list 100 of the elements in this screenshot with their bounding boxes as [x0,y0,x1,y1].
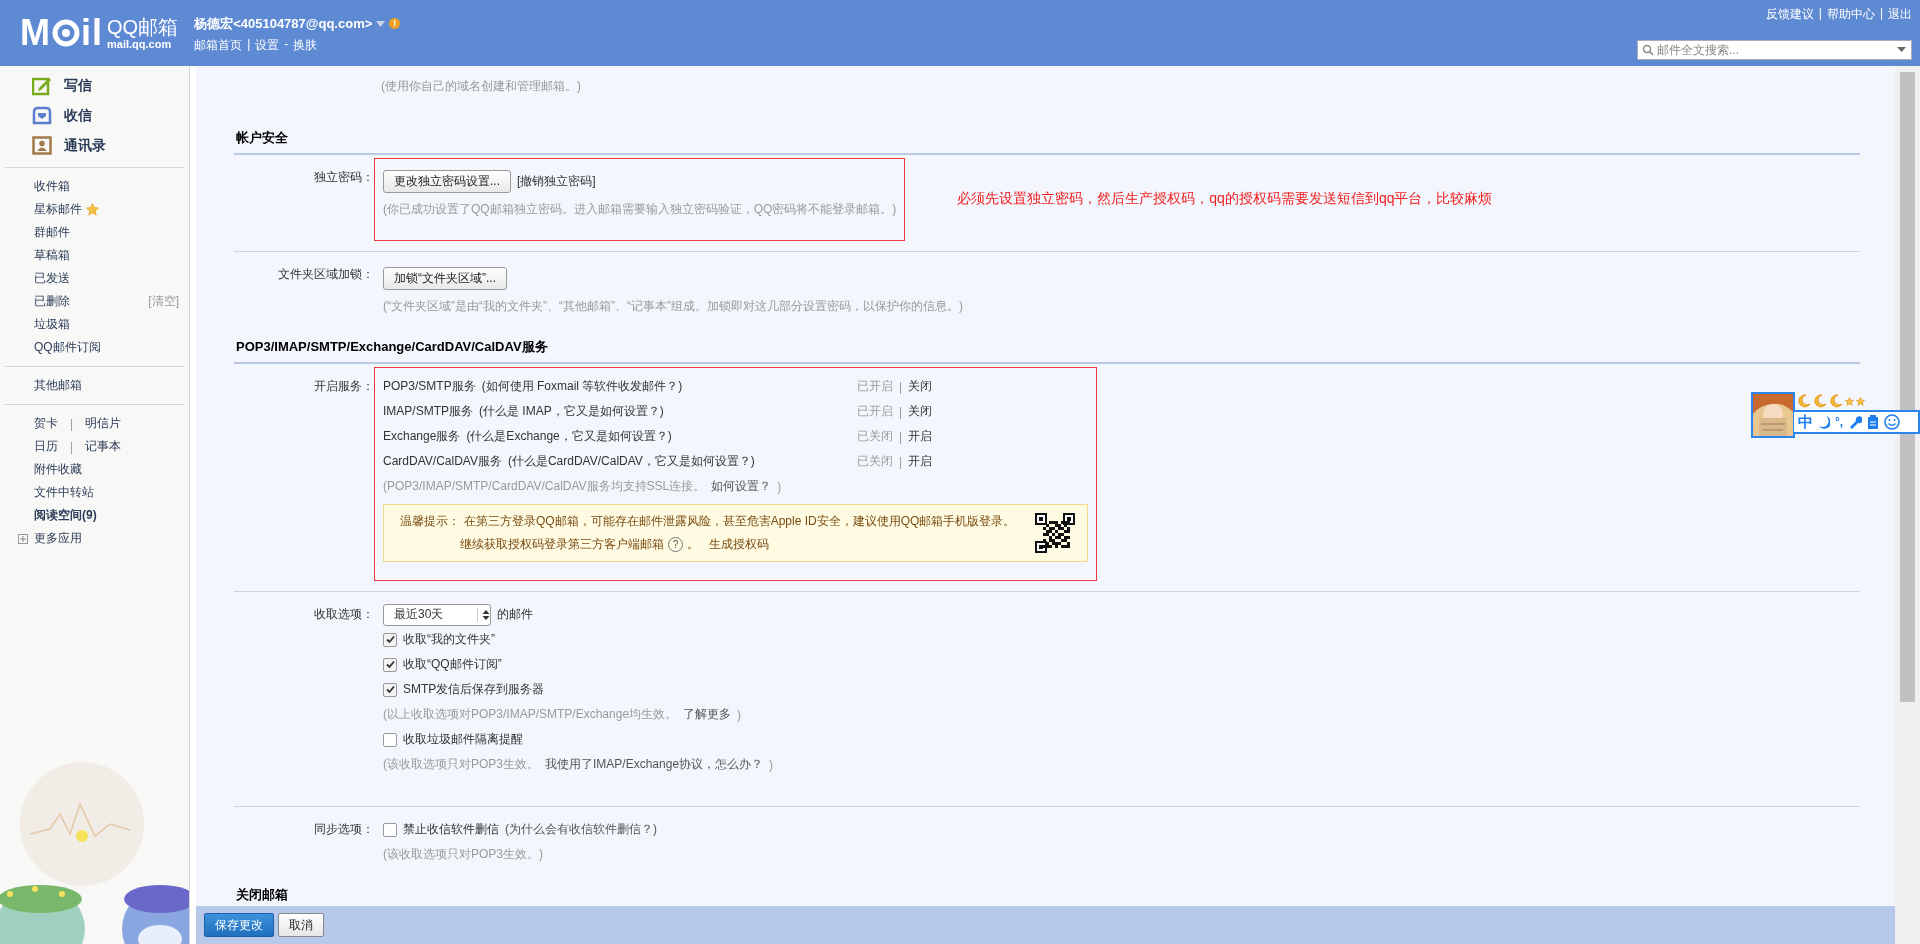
action-button[interactable]: 加锁“文件夹区域”... [383,266,507,290]
field-label: 收取选项： [313,606,374,623]
folder-link[interactable]: 其他邮箱 [34,377,82,394]
caret-icon [376,19,386,28]
hint-text: (你已成功设置了QQ邮箱独立密码。进入邮箱需要输入独立密码验证，QQ密码将不能登录邮箱。) [383,201,897,218]
wrench-icon [1848,415,1863,429]
dropdown[interactable]: 最近30天 [383,603,491,626]
hint-text: (使用你自己的域名创建和管理邮箱。) [380,78,582,95]
help-link[interactable]: (什么是CardDAV/CalDAV，它又是如何设置？) [507,453,755,470]
pencil-icon [32,76,52,96]
checkbox[interactable] [383,657,397,672]
service-status: 已关闭 [857,428,893,445]
select-suffix: 的邮件 [497,606,533,623]
folder-link[interactable]: 群邮件 [34,224,70,241]
separator-text: | [1818,6,1822,22]
service-name: POP3/SMTP服务 [383,378,476,395]
toggle-link[interactable]: 关闭 [908,378,933,395]
hint-text: (“文件夹区域”是由“我的文件夹”、“其他邮箱”、“记事本”组成。加锁即对这几部分设置密码，以保护你的信息。) [383,298,963,315]
service-status: 已开启 [857,378,893,395]
tray-icon [32,106,52,126]
save-button[interactable]: 保存更改 [204,913,274,937]
input-mode-toggle[interactable]: 中 [1798,412,1813,432]
service-status: 已关闭 [857,453,893,470]
checkbox[interactable] [383,732,397,747]
folder-link[interactable]: 星标邮件 [34,201,82,218]
checkbox[interactable] [383,822,397,837]
generate-link[interactable]: 生成授权码 [709,536,769,553]
toggle-link[interactable]: 开启 [908,428,933,445]
cancel-button[interactable]: 取消 [278,913,324,937]
moon-icon [1813,394,1827,408]
separator-text: | [899,454,903,469]
folder-link[interactable]: 附件收藏 [34,461,82,478]
folder-link[interactable]: 已删除 [34,293,70,310]
hint-text: (以上收取选项对POP3/IMAP/SMTP/Exchange均生效。 了解更多 ) [383,705,743,725]
folder-link[interactable]: 明信片 [85,415,122,432]
separator-text: | [899,404,903,419]
updown-icon [482,609,490,620]
checkbox-label: 禁止收信软件删信 [403,821,499,838]
checkbox[interactable] [383,682,397,697]
separator-text: | [899,429,903,444]
field-label: 开启服务： [313,378,374,395]
field-label: 同步选项： [313,821,374,838]
star-icon [1845,396,1854,406]
sidebar-action-link[interactable]: 写信 [32,75,189,97]
moon-icon [1829,394,1843,408]
folder-link[interactable]: 日历 [34,438,58,455]
folder-link[interactable]: QQ邮件订阅 [34,339,101,356]
cancel-link[interactable]: [撤销独立密码] [517,172,596,190]
caret-icon [1897,47,1906,53]
help-link[interactable]: 了解更多 [683,706,732,723]
annotation-text: 必须先设置独立密码，然后生产授权码，qq的授权码需要发送短信到qq平台，比较麻烦 [957,190,1493,208]
clipboard-icon [1867,415,1880,429]
separator-text: | [247,36,251,53]
help-link[interactable]: (什么是 IMAP，它又是如何设置？) [479,403,664,420]
separator-text: | [70,416,74,431]
folder-link[interactable]: 文件中转站 [34,484,94,501]
tip-text: 继续获取授权码登录第三方客户端邮箱 [460,536,664,553]
hint-text: (POP3/IMAP/SMTP/CardDAV/CalDAV服务均支持SSL连接。 如何设置？ ) [383,477,783,497]
hint-text: (该收取选项只对POP3生效。 我使用了IMAP/Exchange协议，怎么办？ ) [383,755,774,775]
checkbox-label: 收取“QQ邮件订阅” [403,656,502,673]
section-heading: 帐户安全 [234,129,1860,155]
logo-letter: M [20,13,51,53]
sidebar-action-link[interactable]: 通讯录 [32,135,189,157]
logo-title: QQ邮箱 [107,16,179,38]
action-button[interactable]: 更改独立密码设置... [383,169,511,193]
toggle-link[interactable]: 开启 [908,453,933,470]
help-link[interactable]: 如何设置？ [711,478,772,495]
sidebar-action-link[interactable]: 收信 [32,105,189,127]
help-link[interactable]: (什么是Exchange，它又是如何设置？) [466,428,672,445]
punctuation-toggle[interactable]: °, [1835,415,1844,429]
search-field[interactable]: 邮件全文搜索... [1637,40,1912,60]
folder-link[interactable]: 已发送 [34,270,70,287]
separator-text: | [1879,6,1883,22]
service-name: Exchange服务 [383,428,461,445]
help-link[interactable]: (为什么会有收信软件删信？) [505,821,657,838]
tip-text: 在第三方登录QQ邮箱，可能存在邮件泄露风险，甚至危害Apple ID安全，建议使用QQ邮箱手机版登录。 [464,513,1016,530]
ring-icon [51,18,81,48]
toggle-link[interactable]: 关闭 [908,403,933,420]
folder-link[interactable]: 收件箱 [34,178,70,195]
tip-text: 。 [687,536,699,553]
checkbox[interactable] [383,632,397,647]
separator-text: - [284,36,289,53]
search-icon [1642,44,1654,56]
folder-link[interactable]: 垃圾箱 [34,316,70,333]
folder-link[interactable]: 阅读空间(9) [34,507,97,524]
user-name: 杨德宏<405104787@qq.com> [194,14,373,33]
hint-text: (该收取选项只对POP3生效。) [383,846,544,863]
service-name: IMAP/SMTP服务 [383,403,473,420]
help-link[interactable]: (如何使用 Foxmail 等软件收发邮件？) [481,378,683,395]
service-status: 已开启 [857,403,893,420]
folder-link[interactable]: 贺卡 [34,415,58,432]
folder-link[interactable]: 更多应用 [34,530,82,547]
help-link[interactable]: 我使用了IMAP/Exchange协议，怎么办？ [545,756,764,773]
qr-code-icon [1035,513,1075,553]
section-heading: POP3/IMAP/SMTP/Exchange/CardDAV/CalDAV服务 [234,338,1860,364]
folder-link[interactable]: 记事本 [85,438,122,455]
logo-domain: mail.qq.com [107,38,173,50]
tip-label: 温馨提示： [400,513,460,530]
folder-link[interactable]: 草稿箱 [34,247,70,264]
separator-text: | [70,439,74,454]
